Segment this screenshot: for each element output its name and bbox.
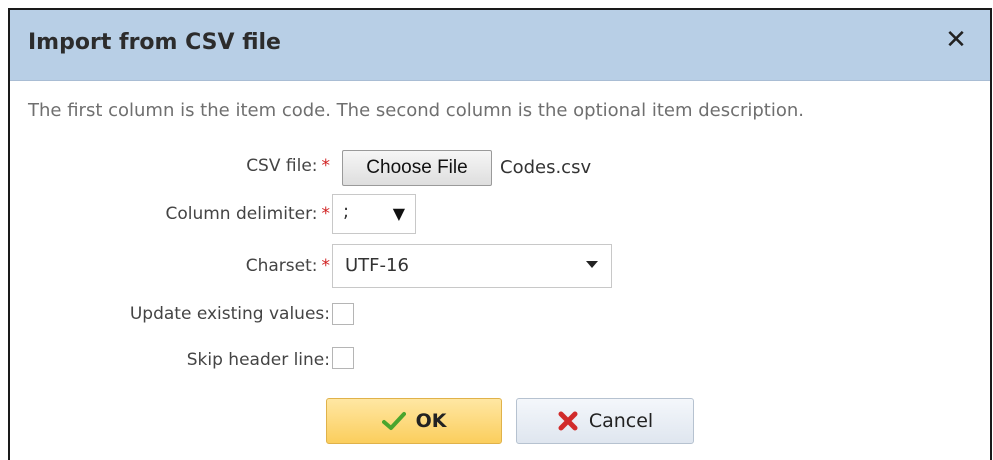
update-existing-label: Update existing values: xyxy=(129,304,330,324)
cancel-button-label: Cancel xyxy=(588,410,654,432)
charset-value: UTF-16 xyxy=(345,255,409,276)
column-delimiter-row: Column delimiter: * xyxy=(10,196,330,232)
skip-header-checkbox[interactable] xyxy=(332,347,354,369)
ok-button-label: OK xyxy=(415,410,447,432)
dialog-description: The first column is the item code. The s… xyxy=(28,100,805,121)
csv-file-label: CSV file: * xyxy=(246,156,331,176)
ok-button[interactable]: OK xyxy=(326,398,502,444)
triangle-down-icon: ▼ xyxy=(392,204,405,223)
close-icon[interactable]: ✕ xyxy=(940,24,972,56)
checkmark-icon xyxy=(381,411,406,431)
caret-down-icon xyxy=(585,257,599,273)
import-csv-dialog: Import from CSV file ✕ The first column … xyxy=(8,8,992,460)
skip-header-label: Skip header line: xyxy=(186,350,330,370)
required-mark: * xyxy=(321,256,331,276)
charset-select[interactable]: UTF-16 xyxy=(332,244,612,288)
update-existing-checkbox[interactable] xyxy=(332,303,354,325)
required-mark: * xyxy=(321,156,331,176)
dialog-titlebar: Import from CSV file ✕ xyxy=(10,10,990,81)
column-delimiter-label: Column delimiter: * xyxy=(165,204,331,224)
column-delimiter-select[interactable]: ; ▼ xyxy=(332,194,416,234)
skip-header-row: Skip header line: xyxy=(10,342,330,378)
selected-file-name: Codes.csv xyxy=(500,157,592,178)
csv-file-row: CSV file: * xyxy=(10,148,330,184)
x-icon xyxy=(557,410,579,432)
dialog-title: Import from CSV file xyxy=(28,30,281,55)
update-existing-row: Update existing values: xyxy=(10,296,330,332)
charset-row: Charset: * xyxy=(10,248,330,284)
cancel-button[interactable]: Cancel xyxy=(516,398,694,444)
charset-label: Charset: * xyxy=(245,256,331,276)
column-delimiter-value: ; xyxy=(343,201,350,222)
choose-file-button[interactable]: Choose File xyxy=(342,150,492,186)
required-mark: * xyxy=(321,204,331,224)
